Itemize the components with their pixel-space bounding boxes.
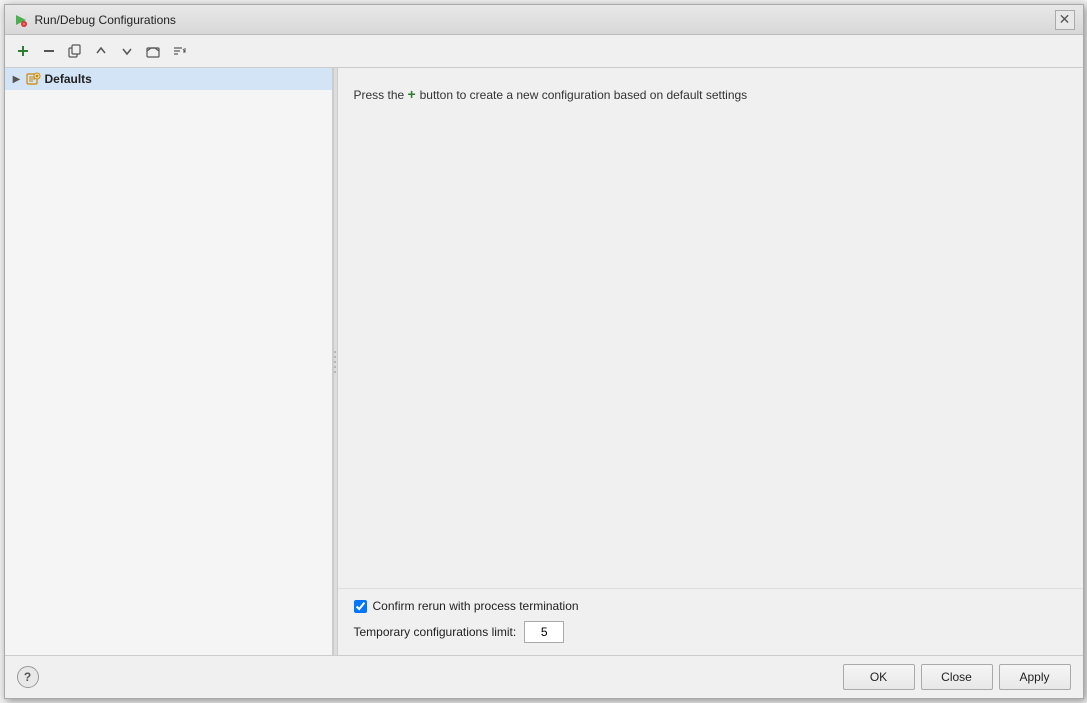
hint-middle: button to create a new configuration bas…	[420, 88, 748, 102]
footer-right: OK Close Apply	[843, 664, 1071, 690]
hint-plus-icon: +	[408, 86, 420, 102]
apply-button[interactable]: Apply	[999, 664, 1071, 690]
right-content: Press the + button to create a new confi…	[338, 68, 1083, 588]
move-to-group-button[interactable]	[141, 39, 165, 63]
add-config-button[interactable]	[11, 39, 35, 63]
temp-limit-input[interactable]	[524, 621, 564, 643]
dialog-title: Run/Debug Configurations	[35, 13, 1055, 27]
close-dialog-button[interactable]: Close	[921, 664, 993, 690]
right-panel: Press the + button to create a new confi…	[338, 68, 1083, 655]
hint-message: Press the + button to create a new confi…	[354, 84, 1067, 105]
copy-config-button[interactable]	[63, 39, 87, 63]
bottom-options: Confirm rerun with process termination T…	[338, 588, 1083, 655]
ok-button[interactable]: OK	[843, 664, 915, 690]
sort-button[interactable]	[167, 39, 191, 63]
toolbar	[5, 35, 1083, 68]
temp-limit-row: Temporary configurations limit:	[354, 621, 1067, 643]
defaults-label: Defaults	[45, 72, 92, 86]
tree-arrow-defaults: ▶	[11, 73, 23, 85]
dialog-footer: ? OK Close Apply	[5, 655, 1083, 698]
confirm-rerun-row: Confirm rerun with process termination	[354, 599, 1067, 613]
temp-limit-label: Temporary configurations limit:	[354, 625, 517, 639]
hint-prefix: Press the	[354, 88, 405, 102]
close-button[interactable]: ✕	[1055, 10, 1075, 30]
help-button[interactable]: ?	[17, 666, 39, 688]
dialog-icon	[13, 12, 29, 28]
move-up-button[interactable]	[89, 39, 113, 63]
splitter-handle	[334, 351, 336, 373]
confirm-rerun-label[interactable]: Confirm rerun with process termination	[373, 599, 579, 613]
title-bar: Run/Debug Configurations ✕	[5, 5, 1083, 35]
tree-item-defaults[interactable]: ▶ Defaults	[5, 68, 332, 90]
left-panel: ▶ Defaults	[5, 68, 333, 655]
footer-left: ?	[17, 666, 39, 688]
remove-config-button[interactable]	[37, 39, 61, 63]
content-area: ▶ Defaults	[5, 68, 1083, 655]
confirm-rerun-checkbox[interactable]	[354, 600, 367, 613]
run-debug-dialog: Run/Debug Configurations ✕	[4, 4, 1084, 699]
move-down-button[interactable]	[115, 39, 139, 63]
defaults-icon	[25, 71, 41, 87]
